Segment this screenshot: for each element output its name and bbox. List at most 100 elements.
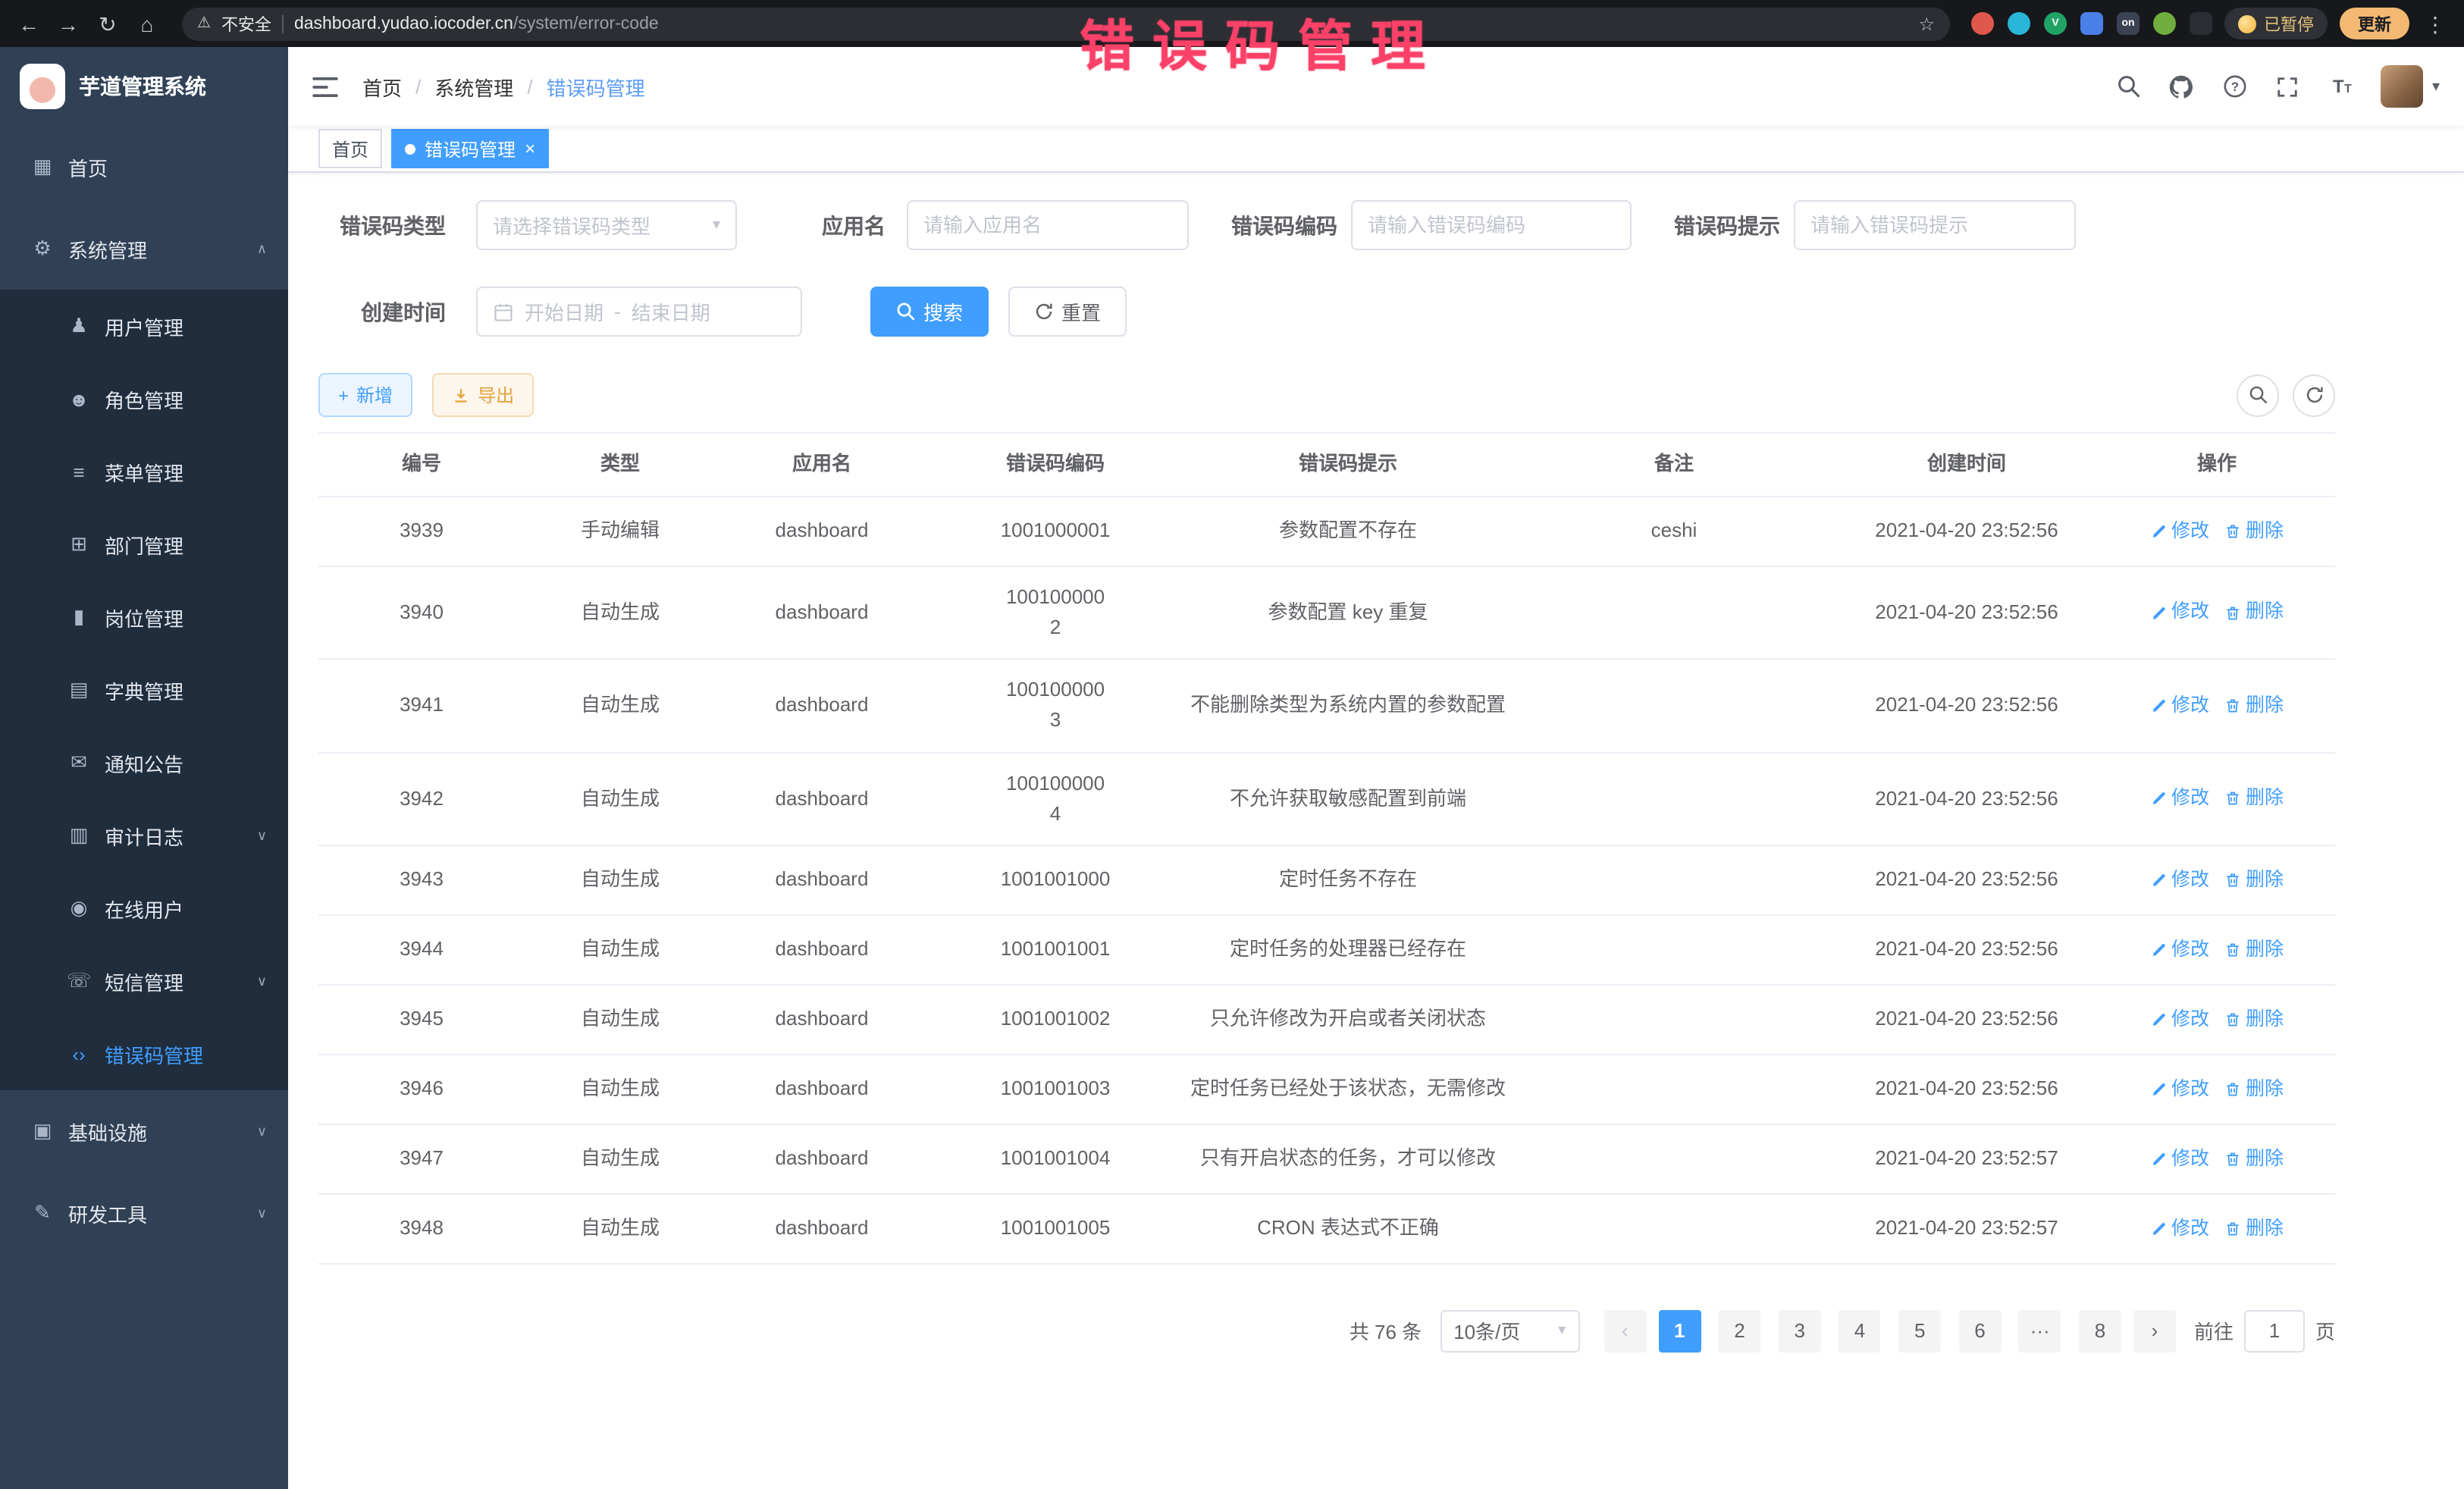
page-number-button[interactable]: 5 <box>1898 1310 1941 1353</box>
delete-link[interactable]: 删除 <box>2224 1074 2284 1104</box>
fullscreen-icon[interactable] <box>2274 73 2302 100</box>
reload-icon[interactable]: ↻ <box>94 13 121 34</box>
delete-link[interactable]: 删除 <box>2224 598 2284 628</box>
edit-link[interactable]: 修改 <box>2150 865 2209 895</box>
edit-link[interactable]: 修改 <box>2150 691 2209 720</box>
select-caret-icon: ▾ <box>1558 1323 1566 1340</box>
error-msg-input[interactable] <box>1810 214 2059 237</box>
delete-link[interactable]: 删除 <box>2224 517 2284 547</box>
sidebar-item[interactable]: ‹› 错误码管理 <box>0 1017 288 1090</box>
page-number-button[interactable]: 6 <box>1958 1310 2001 1353</box>
cell-time: 2021-04-20 23:52:57 <box>1835 1199 2099 1259</box>
forward-icon[interactable]: → <box>55 13 82 34</box>
page-number-button[interactable]: 8 <box>2079 1310 2121 1353</box>
extension-icon[interactable] <box>2190 12 2212 35</box>
sidebar-item[interactable]: ⊞ 部门管理 <box>0 508 288 581</box>
delete-link[interactable]: 删除 <box>2224 691 2284 720</box>
edit-link[interactable]: 修改 <box>2150 1214 2209 1243</box>
next-page-button[interactable]: › <box>2133 1310 2176 1353</box>
delete-link[interactable]: 删除 <box>2224 1144 2284 1174</box>
back-icon[interactable]: ← <box>15 13 42 34</box>
sidebar-item[interactable]: ✉ 通知公告 <box>0 726 288 799</box>
security-label[interactable]: 不安全 <box>221 11 271 36</box>
tab-label: 首页 <box>332 136 368 161</box>
delete-link-label: 删除 <box>2246 865 2284 895</box>
breadcrumb-item[interactable]: 系统管理 / <box>434 72 532 101</box>
app-name-label: 应用名 <box>779 210 907 240</box>
extension-icon[interactable] <box>2080 12 2103 35</box>
breadcrumb: 首页 / 系统管理 / 错误码管理 / <box>362 72 645 101</box>
page-number-button[interactable]: 4 <box>1839 1310 1881 1353</box>
extension-icon[interactable] <box>2008 12 2030 35</box>
app-name-input[interactable] <box>923 214 1172 237</box>
table-row: 3948 自动生成 dashboard 1001001005 CRON 表达式不… <box>318 1195 2335 1265</box>
sidebar-item[interactable]: ☻ 角色管理 <box>0 362 288 435</box>
cell-operations: 修改 删除 <box>2099 850 2335 910</box>
sidebar-item[interactable]: ▮ 岗位管理 <box>0 581 288 654</box>
cell-remark <box>1513 865 1835 895</box>
edit-link[interactable]: 修改 <box>2150 517 2209 547</box>
page-number-button[interactable]: 3 <box>1779 1310 1821 1353</box>
sidebar-item[interactable]: ▣ 基础设施 ∨ <box>0 1090 288 1172</box>
extension-icon[interactable]: V <box>2044 12 2067 35</box>
cell-type: 自动生成 <box>525 582 716 643</box>
browser-home-icon[interactable]: ⌂ <box>133 13 161 34</box>
page-number-button[interactable]: 1 <box>1658 1310 1701 1353</box>
delete-link[interactable]: 删除 <box>2224 784 2284 813</box>
date-range-picker[interactable]: 开始日期 - 结束日期 <box>476 287 802 337</box>
sidebar-item[interactable]: ▤ 字典管理 <box>0 654 288 726</box>
edit-link[interactable]: 修改 <box>2150 784 2209 813</box>
close-icon[interactable]: × <box>525 139 535 158</box>
sidebar-item[interactable]: ▥ 审计日志 ∨ <box>0 799 288 872</box>
address-bar[interactable]: ⚠ 不安全 dashboard.yudao.iocoder.cn/system/… <box>182 7 1950 40</box>
reset-button[interactable]: 重置 <box>1008 287 1127 337</box>
hamburger-icon[interactable] <box>312 77 338 96</box>
profile-paused-badge[interactable]: 已暂停 <box>2224 8 2328 39</box>
error-type-select[interactable]: 请选择错误码类型 ▾ <box>476 200 737 250</box>
export-button[interactable]: 导出 <box>432 373 534 417</box>
sidebar-item[interactable]: ♟ 用户管理 <box>0 290 288 362</box>
view-tab[interactable]: 首页 × <box>318 129 382 168</box>
sidebar-item[interactable]: ≡ 菜单管理 <box>0 435 288 508</box>
page-number-button[interactable]: 2 <box>1718 1310 1760 1353</box>
help-icon[interactable]: ? <box>2221 73 2249 100</box>
sidebar-item[interactable]: ✎ 研发工具 ∨ <box>0 1172 288 1254</box>
browser-update-button[interactable]: 更新 <box>2340 8 2409 39</box>
breadcrumb-item[interactable]: 错误码管理 / <box>547 72 645 101</box>
bookmark-star-icon[interactable]: ☆ <box>1918 13 1935 34</box>
prev-page-button[interactable]: ‹ <box>1603 1310 1646 1353</box>
sidebar-item[interactable]: ◉ 在线用户 <box>0 872 288 945</box>
edit-link[interactable]: 修改 <box>2150 1005 2209 1034</box>
user-menu[interactable]: ▾ <box>2381 65 2440 108</box>
edit-link[interactable]: 修改 <box>2150 1074 2209 1104</box>
refresh-table-button[interactable] <box>2293 374 2335 416</box>
font-size-icon[interactable]: TT <box>2328 73 2355 100</box>
add-button[interactable]: + 新增 <box>318 373 412 417</box>
cell-msg: 只有开启状态的任务，才可以修改 <box>1183 1129 1513 1190</box>
breadcrumb-item[interactable]: 首页 / <box>362 72 421 101</box>
sidebar-logo-row[interactable]: 芋道管理系统 <box>0 47 288 126</box>
error-code-input[interactable] <box>1368 214 1615 237</box>
extension-icon[interactable]: on <box>2117 12 2140 35</box>
extension-icon[interactable] <box>2153 12 2176 35</box>
github-icon[interactable] <box>2168 73 2196 100</box>
search-button[interactable]: 搜索 <box>870 287 989 337</box>
edit-link[interactable]: 修改 <box>2150 935 2209 964</box>
browser-menu-icon[interactable]: ⋮ <box>2422 13 2449 34</box>
search-icon[interactable] <box>2115 73 2143 100</box>
page-size-select[interactable]: 10条/页 ▾ <box>1440 1310 1579 1353</box>
sidebar-item[interactable]: ⚙ 系统管理 ∧ <box>0 208 288 290</box>
delete-link[interactable]: 删除 <box>2224 1005 2284 1034</box>
delete-link[interactable]: 删除 <box>2224 1214 2284 1243</box>
sidebar-item[interactable]: ▦ 首页 <box>0 126 288 208</box>
edit-link[interactable]: 修改 <box>2150 1144 2209 1174</box>
delete-link[interactable]: 删除 <box>2224 935 2284 964</box>
delete-link[interactable]: 删除 <box>2224 865 2284 895</box>
extension-icon[interactable] <box>1971 12 1994 35</box>
goto-page-input[interactable] <box>2244 1310 2305 1353</box>
show-search-toggle-button[interactable] <box>2237 374 2279 416</box>
sidebar-item[interactable]: ☏ 短信管理 ∨ <box>0 945 288 1017</box>
edit-link[interactable]: 修改 <box>2150 598 2209 628</box>
page-number-button[interactable]: ··· <box>2019 1310 2061 1353</box>
view-tab[interactable]: 错误码管理 × <box>391 129 549 168</box>
